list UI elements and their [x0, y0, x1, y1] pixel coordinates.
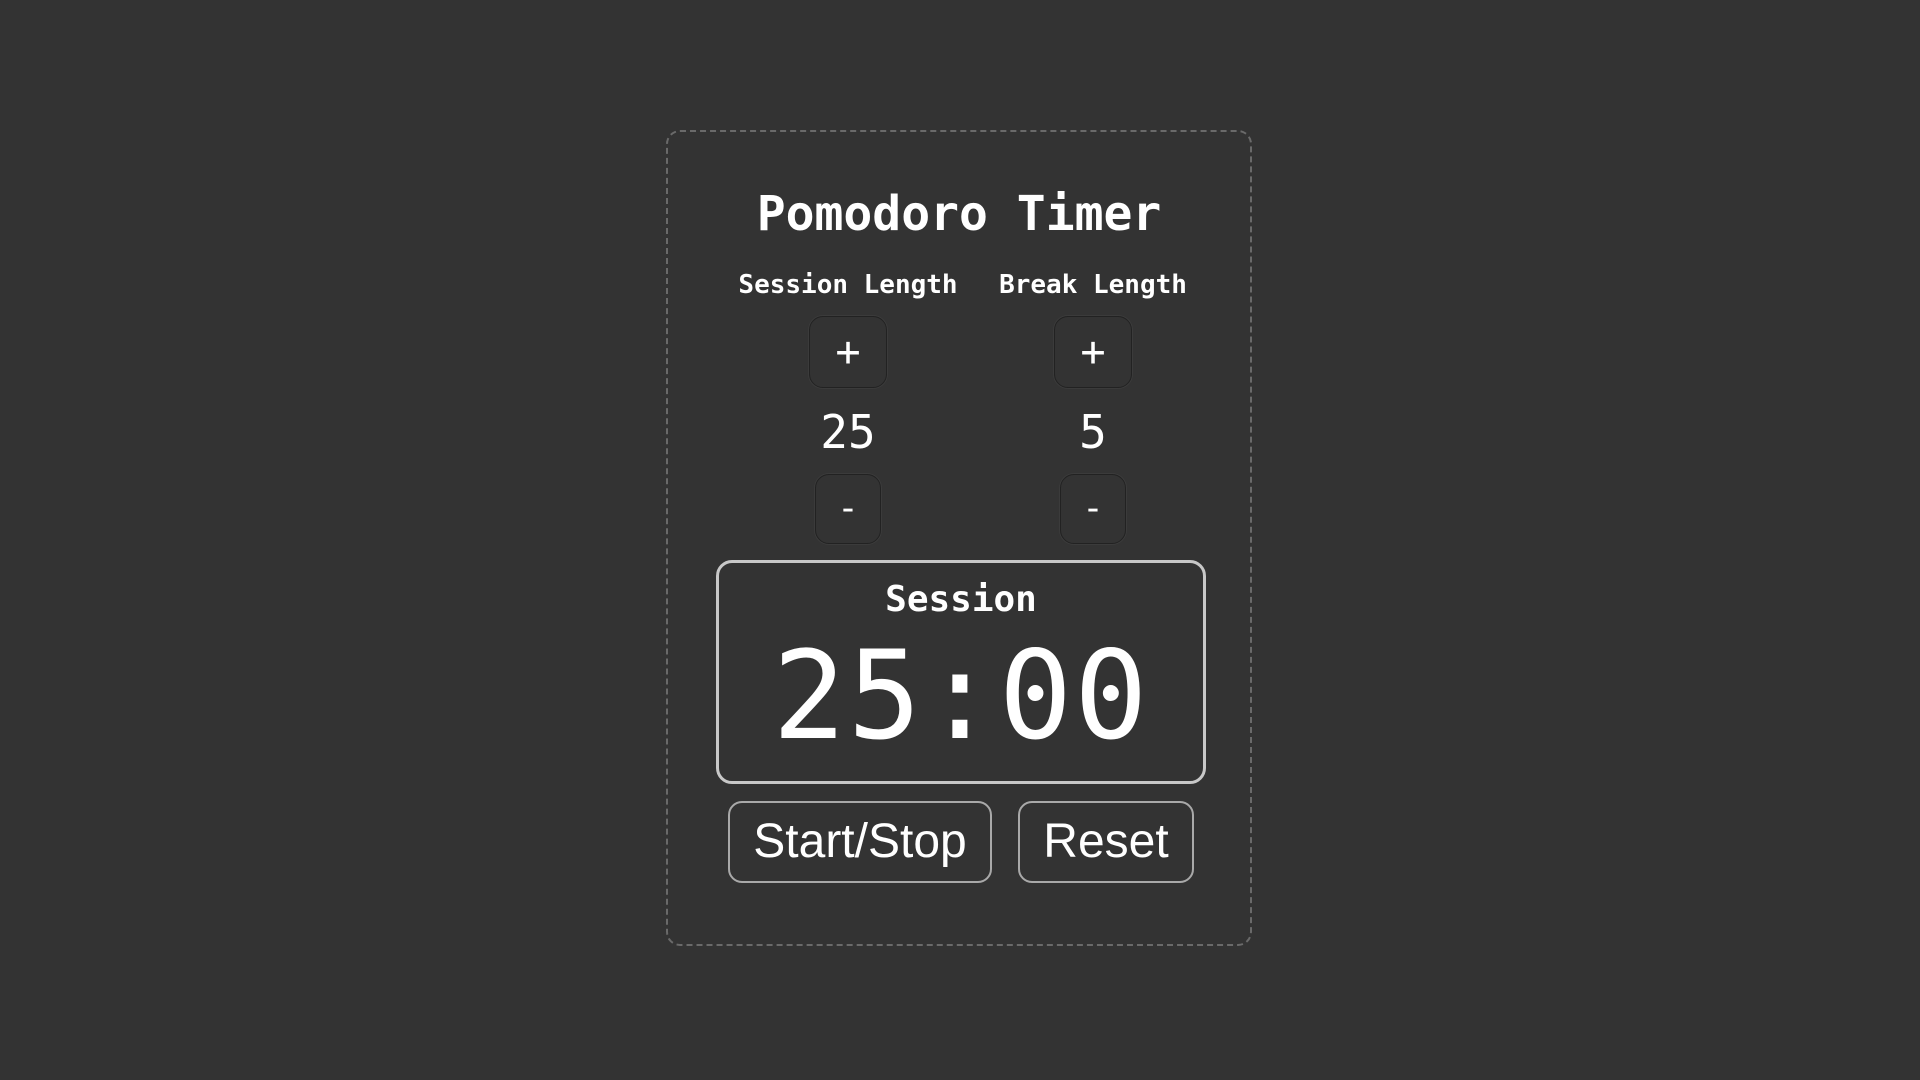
session-decrement-button[interactable]: - [815, 474, 881, 544]
start-stop-button[interactable]: Start/Stop [728, 801, 992, 883]
session-increment-button[interactable]: + [809, 316, 887, 388]
pomodoro-card: Pomodoro Timer Session Length + 25 - Bre… [666, 130, 1252, 946]
page-title: Pomodoro Timer [756, 186, 1162, 242]
break-length-value: 5 [1079, 405, 1107, 459]
break-length-label: Break Length [999, 270, 1187, 300]
break-length-control: Break Length + 5 - [973, 268, 1213, 544]
session-length-label: Session Length [738, 270, 958, 300]
reset-button[interactable]: Reset [1018, 801, 1194, 883]
break-decrement-button[interactable]: - [1060, 474, 1126, 544]
time-left: 25:00 [772, 625, 1150, 767]
timer-label: Session [885, 579, 1037, 620]
timer-display: Session 25:00 [716, 560, 1206, 784]
break-increment-button[interactable]: + [1054, 316, 1132, 388]
session-length-value: 25 [820, 405, 876, 459]
session-length-control: Session Length + 25 - [728, 268, 968, 544]
